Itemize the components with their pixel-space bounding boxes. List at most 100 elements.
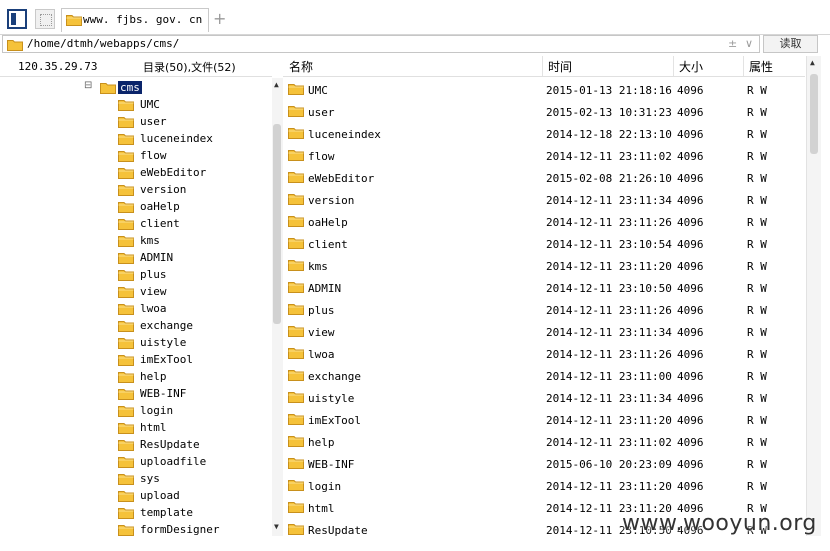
tree-node-label: template [140,506,193,519]
row-name: WEB-INF [308,458,355,471]
row-time: 2014-12-11 23:11:20 [546,480,672,493]
chevron-down-icon[interactable]: ∨ [745,37,753,50]
header-time[interactable]: 时间 [544,58,572,75]
watermark: www.wooyun.org [622,511,817,536]
row-time: 2014-12-11 23:10:54 [546,238,672,251]
folder-icon [118,202,134,213]
tree-scrollbar[interactable]: ▲ ▼ [272,78,283,536]
row-time: 2014-12-11 23:11:26 [546,216,672,229]
row-name: help [308,436,335,449]
row-size: 4096 [677,238,704,251]
table-row[interactable]: WEB-INF 2015-06-10 20:23:09 4096 R W [283,454,805,476]
folder-icon [288,128,304,139]
table-scroll-thumb[interactable] [810,74,818,154]
scroll-down-icon[interactable]: ▼ [274,522,279,531]
tree-node-label: ADMIN [140,251,174,264]
row-size: 4096 [677,392,704,405]
row-size: 4096 [677,436,704,449]
folder-icon [118,236,134,247]
table-row[interactable]: uistyle 2014-12-11 23:11:34 4096 R W [283,388,805,410]
folder-icon [288,458,304,469]
row-time: 2014-12-11 23:11:26 [546,304,672,317]
row-time: 2014-12-11 23:11:26 [546,348,672,361]
row-name: exchange [308,370,361,383]
row-name: html [308,502,335,515]
file-table-body: UMC 2015-01-13 21:18:16 4096 R W user 2015-02… [283,80,805,536]
folder-icon [288,216,304,227]
table-row[interactable]: client 2014-12-11 23:10:54 4096 R W [283,234,805,256]
row-size: 4096 [677,128,704,141]
header-size[interactable]: 大小 [675,58,703,75]
table-row[interactable]: kms 2014-12-11 23:11:20 4096 R W [283,256,805,278]
row-attr: R W [747,106,767,119]
header-attr[interactable]: 属性 [745,58,773,75]
folder-icon [288,106,304,117]
table-row[interactable]: ADMIN 2014-12-11 23:10:50 4096 R W [283,278,805,300]
scroll-up-icon[interactable]: ▲ [274,80,279,89]
folder-icon [288,480,304,491]
table-row[interactable]: luceneindex 2014-12-18 22:13:10 4096 R W [283,124,805,146]
tree-node-label: kms [140,234,160,247]
row-size: 4096 [677,326,704,339]
new-tab-button[interactable]: + [213,9,226,28]
tab-site[interactable]: www. fjbs. gov. cn [61,8,209,32]
path-input[interactable]: /home/dtmh/webapps/cms/ ± ∨ [2,35,760,53]
table-row[interactable]: help 2014-12-11 23:11:02 4096 R W [283,432,805,454]
folder-icon [118,508,134,519]
tree-node-label: WEB-INF [140,387,187,400]
plus-minus-icon[interactable]: ± [728,37,737,50]
row-time: 2015-02-13 10:31:23 [546,106,672,119]
scroll-up-icon[interactable]: ▲ [810,58,815,67]
folder-icon [118,253,134,264]
folder-icon [288,436,304,447]
folder-icon [288,84,304,95]
collapse-icon[interactable]: ⊟ [84,80,92,91]
row-name: UMC [308,84,328,97]
table-row[interactable]: login 2014-12-11 23:11:20 4096 R W [283,476,805,498]
table-row[interactable]: oaHelp 2014-12-11 23:11:26 4096 R W [283,212,805,234]
table-row[interactable]: exchange 2014-12-11 23:11:00 4096 R W [283,366,805,388]
folder-icon [288,150,304,161]
folder-icon [118,270,134,281]
table-row[interactable]: eWebEditor 2015-02-08 21:26:10 4096 R W [283,168,805,190]
row-attr: R W [747,414,767,427]
folder-icon [118,423,134,434]
table-row[interactable]: user 2015-02-13 10:31:23 4096 R W [283,102,805,124]
tree-scroll-thumb[interactable] [273,124,281,324]
header-name[interactable]: 名称 [285,58,313,75]
table-scrollbar[interactable]: ▲ [806,56,821,536]
table-row[interactable]: plus 2014-12-11 23:11:26 4096 R W [283,300,805,322]
row-attr: R W [747,436,767,449]
row-time: 2014-12-11 23:11:20 [546,260,672,273]
folder-icon [288,326,304,337]
row-time: 2014-12-11 23:11:20 [546,414,672,427]
row-time: 2014-12-11 23:11:34 [546,194,672,207]
row-size: 4096 [677,370,704,383]
read-button[interactable]: 读取 [763,35,818,53]
folder-icon [288,392,304,403]
table-row[interactable]: UMC 2015-01-13 21:18:16 4096 R W [283,80,805,102]
tree-node-label: help [140,370,167,383]
tree-node-label: lwoa [140,302,167,315]
row-size: 4096 [677,194,704,207]
row-size: 4096 [677,304,704,317]
folder-icon [118,474,134,485]
table-row[interactable]: flow 2014-12-11 23:11:02 4096 R W [283,146,805,168]
tree-node-label: UMC [140,98,160,111]
row-time: 2014-12-11 23:11:34 [546,392,672,405]
table-row[interactable]: imExTool 2014-12-11 23:11:20 4096 R W [283,410,805,432]
folder-open-icon [100,83,116,94]
folder-icon [288,502,304,513]
folder-icon [118,151,134,162]
row-time: 2014-12-11 23:11:02 [546,436,672,449]
info-bar: 120.35.29.73 目录(50),文件(52) [0,56,272,77]
folder-icon [118,185,134,196]
folder-icon [118,338,134,349]
panel-toggle-icon[interactable] [7,9,27,29]
table-row[interactable]: lwoa 2014-12-11 23:11:26 4096 R W [283,344,805,366]
tree-node-label: plus [140,268,167,281]
new-window-icon[interactable] [35,9,55,29]
table-row[interactable]: view 2014-12-11 23:11:34 4096 R W [283,322,805,344]
table-row[interactable]: version 2014-12-11 23:11:34 4096 R W [283,190,805,212]
tree-node-label: client [140,217,180,230]
